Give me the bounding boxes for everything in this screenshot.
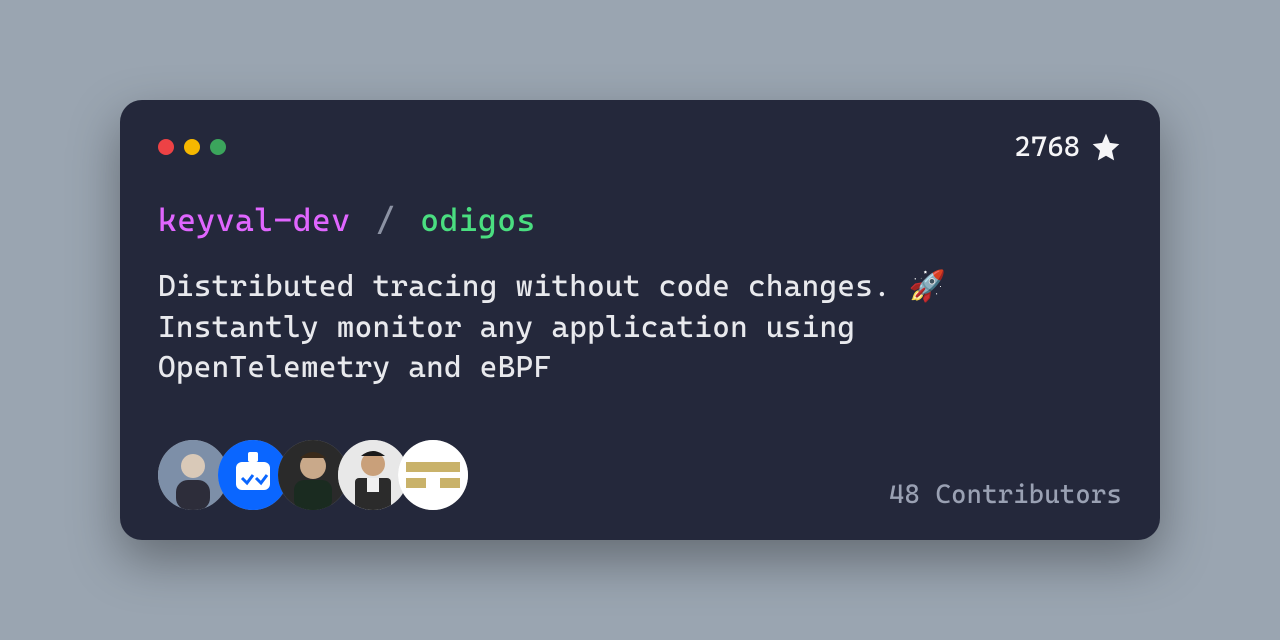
- repo-name[interactable]: odigos: [420, 201, 536, 239]
- avatar[interactable]: [398, 440, 468, 510]
- path-separator: /: [376, 201, 395, 239]
- traffic-lights: [158, 139, 226, 155]
- titlebar: 2768: [158, 130, 1122, 163]
- contributors-count: 48 Contributors: [889, 480, 1122, 510]
- close-icon[interactable]: [158, 139, 174, 155]
- star-icon: [1090, 131, 1122, 163]
- maximize-icon[interactable]: [210, 139, 226, 155]
- repo-path: keyval-dev / odigos: [158, 201, 1122, 239]
- repo-card: 2768 keyval-dev / odigos Distributed tra…: [120, 100, 1160, 540]
- star-count-value: 2768: [1014, 130, 1080, 163]
- repo-owner[interactable]: keyval-dev: [158, 201, 351, 239]
- repo-description: Distributed tracing without code changes…: [158, 267, 1058, 389]
- minimize-icon[interactable]: [184, 139, 200, 155]
- contributor-avatars: [158, 440, 458, 510]
- star-count: 2768: [1014, 130, 1122, 163]
- card-footer: 48 Contributors: [158, 440, 1122, 510]
